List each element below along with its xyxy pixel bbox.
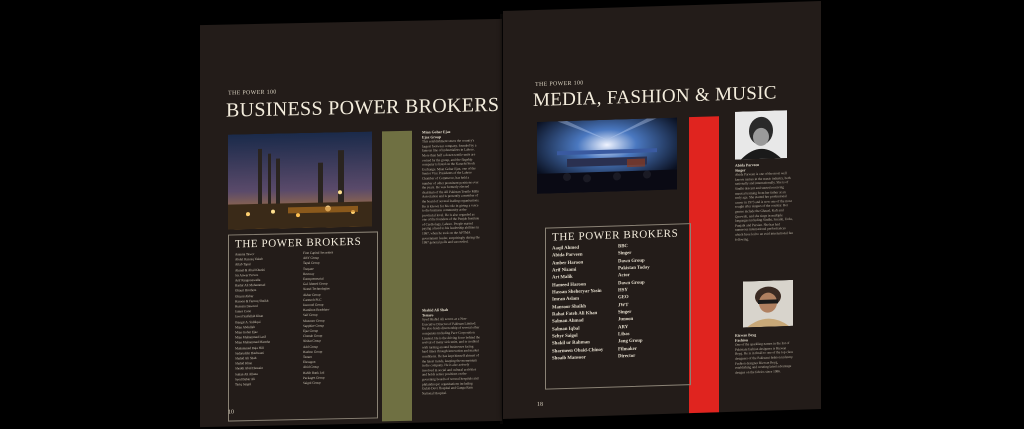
rizwan-beyg-photo [743,279,793,328]
concert-photo [537,117,677,194]
right-kicker: THE POWER 100 [535,80,584,88]
refinery-photo [228,131,372,230]
names-column: Asmma Tawcr Abdul Razzaq Yakub Aftab Tapal… [235,251,303,388]
red-accent-bar [689,116,719,414]
profile-body: Abida Parveen is one of the most well kn… [735,171,793,242]
profile-body: One of the sparkling names in the list o… [735,341,794,375]
page-number: 18 [537,401,543,408]
names-column: Aaqil Ahmed Abida Parveen Amber Haroon Arif… [552,243,618,363]
left-kicker: THE POWER 100 [228,89,277,97]
profile-body: This establishment steers the country's … [422,138,480,245]
companies-column: First Capital Securities ARY Group Tapal G… [303,250,371,387]
right-page: THE POWER 100 MEDIA, FASHION & MUSIC Abi… [503,1,821,419]
olive-accent-bar [382,130,412,422]
profile-gohar-ejaz: Mian Gohar Ejaz Ejaz Group This establis… [422,129,480,305]
page-number: 10 [228,409,234,416]
power-brokers-box: THE POWER BROKERS Asmma Tawcr Abdul Razza… [228,231,378,422]
left-page-title: BUSINESS POWER BROKERS [226,93,500,122]
profile-shahid-ali-shah: Shahid Ali Shah Tenaro Syed Shahid Ali s… [422,307,480,418]
affiliations-column: BBC Singer Dawn Group Pakistan Today Actor Da… [618,241,684,361]
list-item: Director [618,353,636,360]
list-item: Tariq Saigol [235,382,252,387]
abida-parveen-photo [735,110,787,160]
list-item: Saigol Group [303,380,321,386]
profile-body: Syed Shahid Ali serves as a Non-Executiv… [422,316,480,396]
profile-rizwan-beyg: Rizwan Beyg Fashion One of the sparkling… [735,332,795,404]
left-page: THE POWER 100 BUSINESS POWER BROKERS THE… [200,18,502,428]
list-item: Shoaib Mansoor [552,355,586,362]
profile-abida-parveen: Abida Parveen Singer Abida Parveen is on… [735,162,793,279]
power-brokers-box: THE POWER BROKERS Aaqil Ahmed Abida Parve… [545,223,691,390]
